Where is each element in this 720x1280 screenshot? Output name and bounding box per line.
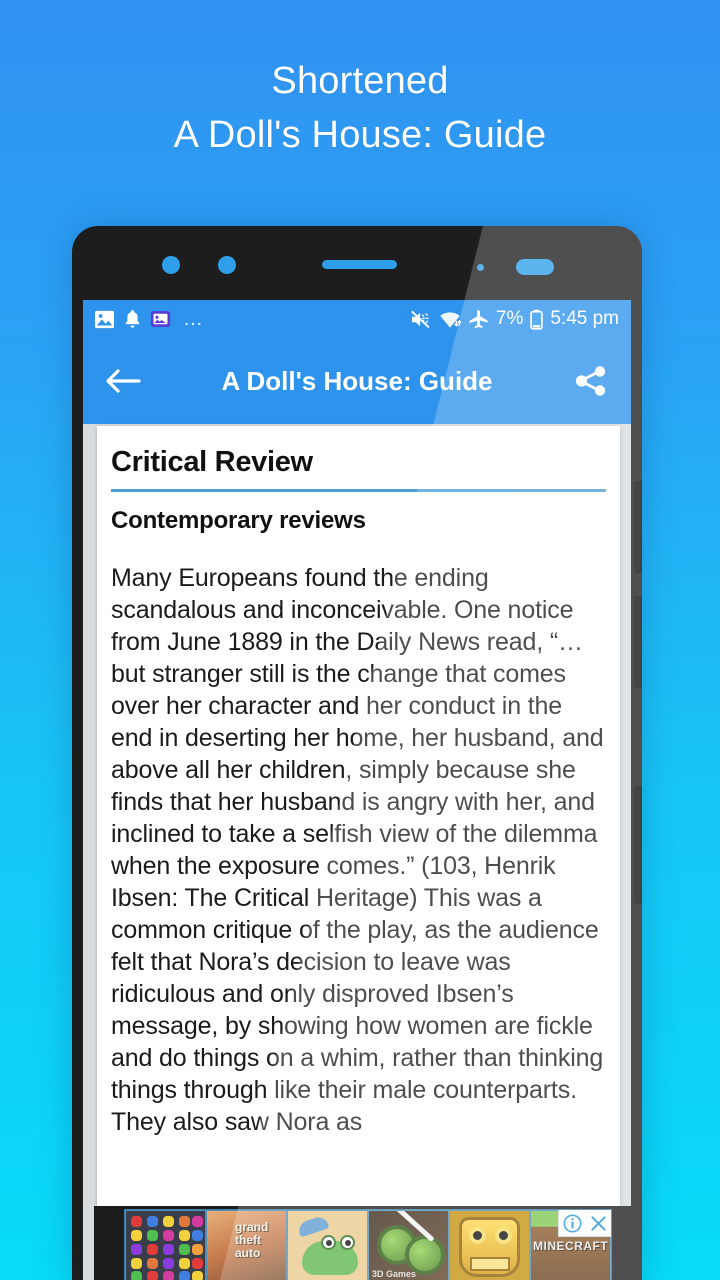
news-app-icon	[150, 309, 171, 329]
volume-up-button[interactable]	[634, 481, 642, 573]
clock-label: 5:45 pm	[550, 308, 619, 329]
crocodile-pupil	[345, 1240, 351, 1246]
arrow-left-icon	[106, 369, 141, 393]
wifi-icon	[439, 310, 461, 329]
idol-eye	[495, 1227, 512, 1244]
status-overflow-ellipsis: …	[183, 307, 204, 330]
sensor-dot-icon	[477, 264, 484, 271]
camera-lens-icon	[218, 256, 236, 274]
page-title: Critical Review	[111, 446, 313, 478]
bell-icon	[124, 309, 141, 329]
grand-theft-auto-thumb[interactable]: grand theft auto	[206, 1210, 287, 1280]
battery-icon	[530, 309, 544, 330]
back-button[interactable]	[99, 357, 147, 405]
ad-controls[interactable]	[558, 1210, 611, 1237]
gta-label: grand theft auto	[235, 1220, 269, 1260]
fruit-ninja-thumb[interactable]: 3D Games	[368, 1210, 449, 1280]
app-bar-title: A Doll's House: Guide	[221, 365, 493, 396]
battery-percent-label: 7%	[495, 308, 524, 329]
promo-line-2: A Doll's House: Guide	[173, 114, 547, 156]
section-subheading: Contemporary reviews	[111, 507, 366, 534]
title-divider	[111, 489, 606, 492]
crocodile-game-thumb[interactable]	[287, 1210, 368, 1280]
fruit-ninja-label: 3D Games	[372, 1269, 417, 1279]
mute-icon	[410, 310, 432, 329]
close-icon[interactable]	[585, 1210, 611, 1236]
idol-eye	[469, 1227, 486, 1244]
info-icon[interactable]	[559, 1210, 585, 1236]
ad-thumbnail-strip[interactable]: grand theft auto 3D Games MINECRAFT	[124, 1209, 612, 1280]
camera-lens-icon	[162, 256, 180, 274]
promo-line-1: Shortened	[271, 60, 449, 102]
volume-down-button[interactable]	[634, 596, 642, 688]
power-button[interactable]	[634, 786, 642, 904]
led-indicator-icon	[516, 259, 554, 275]
share-button[interactable]	[567, 357, 615, 405]
promo-headline: Shortened A Doll's House: Guide	[0, 54, 720, 162]
phone-screen: … 7% 5:45 pm A Doll's House: Guide Criti…	[83, 300, 631, 1280]
crocodile-pupil	[326, 1240, 332, 1246]
status-bar-system: 7% 5:45 pm	[410, 308, 619, 330]
article-paragraph: Many Europeans found the ending scandalo…	[111, 564, 604, 1136]
content-scroll-area[interactable]: Critical Review Contemporary reviews Man…	[83, 424, 631, 1280]
shower-icon	[296, 1214, 330, 1238]
ad-banner[interactable]: grand theft auto 3D Games MINECRAFT	[94, 1206, 631, 1280]
speaker-grill-icon	[322, 260, 397, 269]
temple-run-thumb[interactable]	[449, 1210, 530, 1280]
idol-teeth	[470, 1257, 510, 1271]
article-card: Critical Review Contemporary reviews Man…	[97, 426, 620, 1280]
status-bar: … 7% 5:45 pm	[83, 300, 631, 338]
app-bar: A Doll's House: Guide	[83, 338, 631, 424]
candy-crush-thumb[interactable]	[125, 1210, 206, 1280]
status-bar-notifications: …	[94, 308, 410, 331]
airplane-mode-icon	[468, 309, 489, 329]
share-icon	[575, 366, 606, 396]
minecraft-label: MINECRAFT	[533, 1239, 609, 1253]
phone-device-mockup: … 7% 5:45 pm A Doll's House: Guide Criti…	[72, 226, 642, 1280]
phone-top-bezel	[72, 226, 642, 300]
photo-icon	[94, 310, 115, 329]
